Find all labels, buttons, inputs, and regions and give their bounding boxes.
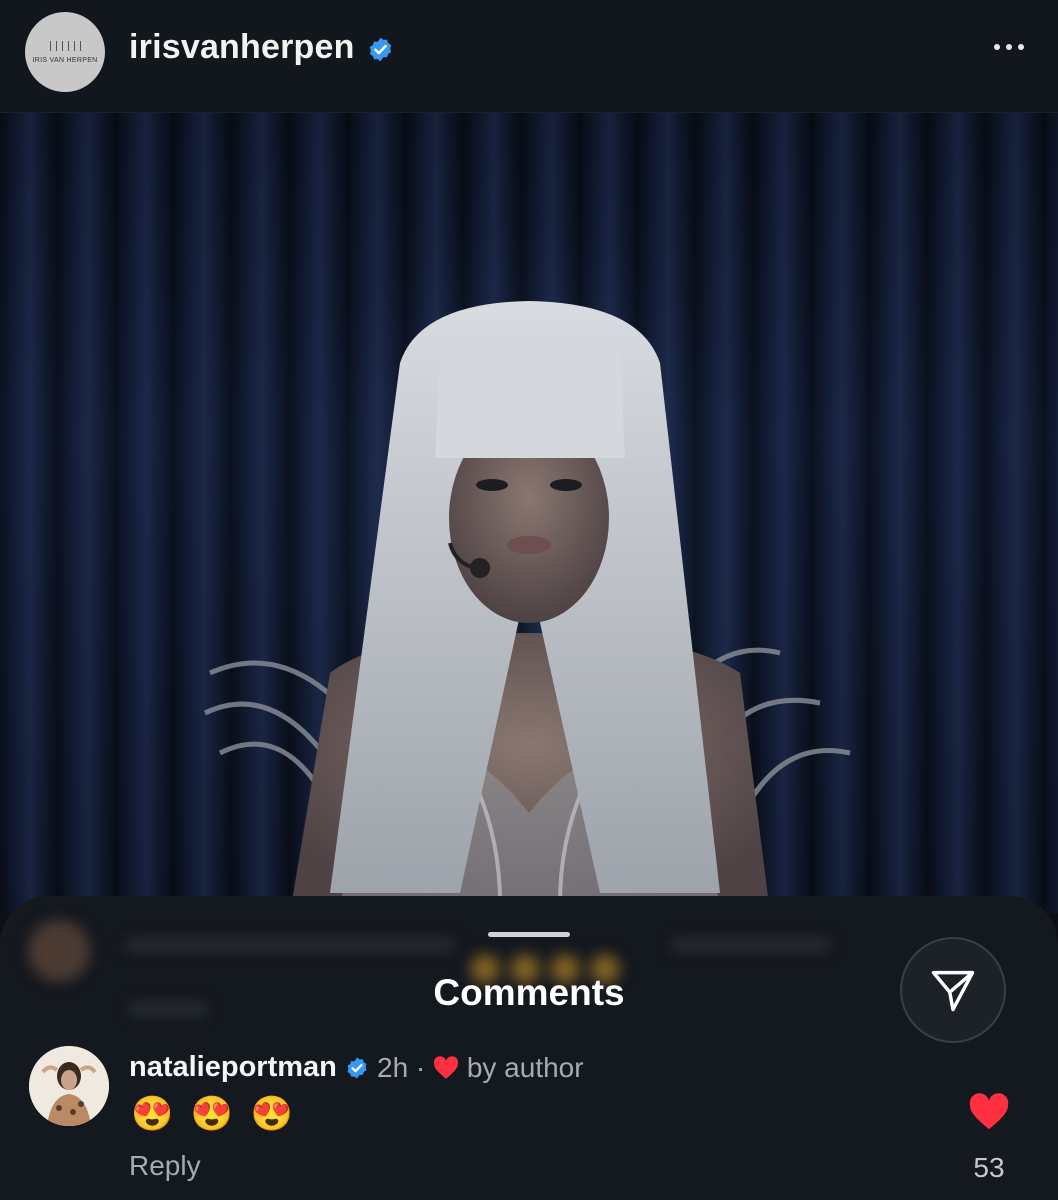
verified-badge-icon (347, 1057, 367, 1079)
brand-logo-mark (49, 40, 81, 51)
comment-meta: 2h · by author (377, 1052, 584, 1084)
avatar-photo (29, 1046, 109, 1126)
post-image[interactable] (0, 113, 1058, 913)
reply-button[interactable]: Reply (129, 1150, 201, 1182)
brand-logo-text: IRIS VAN HERPEN (32, 56, 98, 64)
paper-plane-icon (931, 970, 975, 1012)
emoji: 😍 (131, 1095, 178, 1133)
verified-badge-icon (369, 37, 392, 62)
share-button[interactable] (900, 937, 1006, 1043)
ellipsis-icon[interactable] (994, 44, 1024, 50)
model-figure (203, 301, 851, 913)
post-header: IRIS VAN HERPEN irisvanherpen (0, 0, 1058, 113)
emoji: 😍 (250, 1095, 297, 1133)
avatar[interactable] (29, 1046, 109, 1126)
username[interactable]: irisvanherpen (129, 28, 355, 67)
meta-separator: · (415, 1052, 426, 1083)
profile-avatar[interactable]: IRIS VAN HERPEN (25, 12, 105, 92)
heart-icon[interactable] (968, 1093, 1010, 1131)
comments-sheet: Comments natalieportman 2h · by author 😍… (0, 896, 1058, 1200)
liked-by-author: by author (466, 1052, 584, 1083)
comment-username[interactable]: natalieportman (129, 1051, 337, 1084)
emoji: 😍 (190, 1095, 238, 1133)
comment-time: 2h (377, 1052, 409, 1083)
like-count: 53 (973, 1152, 1005, 1183)
heart-icon (433, 1056, 459, 1079)
sheet-grabber[interactable] (488, 932, 570, 937)
comment-text: 😍 😍 😍 (131, 1094, 297, 1134)
